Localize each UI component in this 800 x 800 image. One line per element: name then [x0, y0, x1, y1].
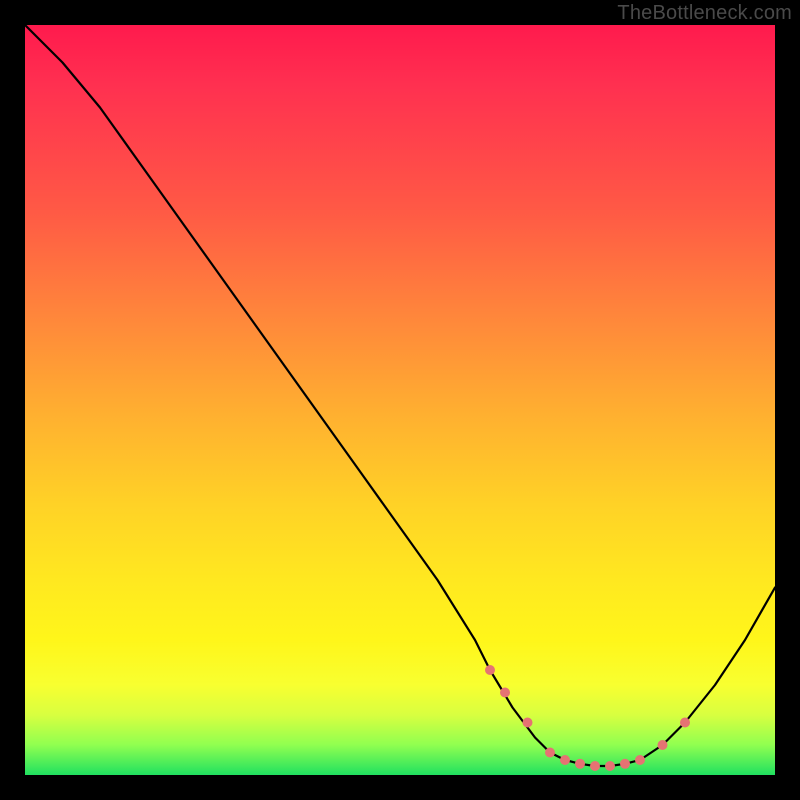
sweet-spot-dot — [560, 755, 570, 765]
sweet-spot-dot — [605, 761, 615, 771]
sweet-spot-dot — [545, 748, 555, 758]
sweet-spot-dot — [523, 718, 533, 728]
sweet-spot-dot — [590, 761, 600, 771]
plot-area — [25, 25, 775, 775]
sweet-spot-dot — [500, 688, 510, 698]
curve-svg — [25, 25, 775, 775]
sweet-spot-dot — [485, 665, 495, 675]
chart-frame: TheBottleneck.com — [0, 0, 800, 800]
sweet-spot-dot — [620, 759, 630, 769]
bottleneck-curve — [25, 25, 775, 766]
watermark-text: TheBottleneck.com — [617, 2, 792, 25]
sweet-spot-dot — [635, 755, 645, 765]
sweet-spot-dot — [680, 718, 690, 728]
sweet-spot-dot — [658, 740, 668, 750]
sweet-spot-dots — [485, 665, 690, 771]
sweet-spot-dot — [575, 759, 585, 769]
